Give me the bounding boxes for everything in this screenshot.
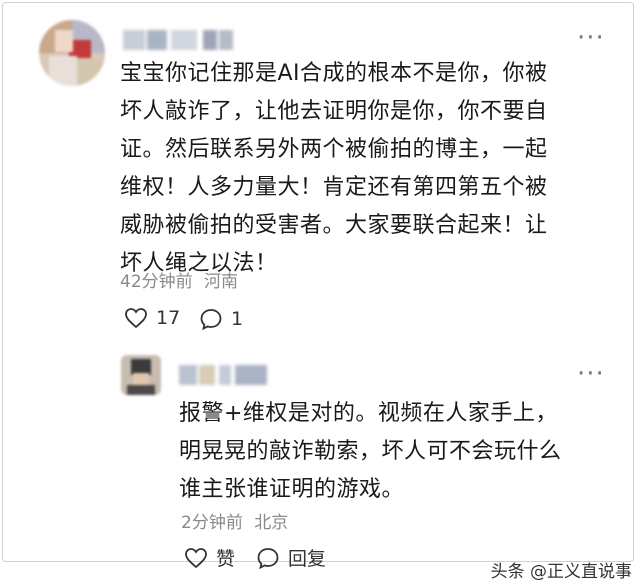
- like-count: 17: [156, 307, 181, 329]
- comment-bubble-icon: [200, 309, 222, 331]
- comment-line: 坏人敲诈了，让他去证明你是你，你不要自: [120, 99, 548, 124]
- comment-line: 谁主张谁证明的游戏。: [179, 477, 405, 502]
- comment-line: 证。然后联系另外两个被偷拍的博主，一起: [120, 137, 548, 162]
- reply-button[interactable]: 回复: [256, 544, 326, 571]
- heart-icon: [185, 547, 207, 568]
- username-blurred[interactable]: [179, 365, 269, 385]
- comment-location: 河南: [204, 272, 239, 292]
- comment-panel: ··· 宝宝你记住那是AI合成的根本不是你，你被 坏人敲诈了，让他去证明你是你，…: [2, 2, 634, 570]
- watermark: 头条 @正义直说事: [490, 562, 632, 582]
- more-options-icon[interactable]: ···: [577, 361, 605, 387]
- comment-time: 42分钟前: [120, 272, 193, 292]
- avatar[interactable]: [39, 20, 105, 86]
- more-options-icon[interactable]: ···: [577, 25, 605, 51]
- reply-location: 北京: [254, 513, 289, 533]
- comment-body: 宝宝你记住那是AI合成的根本不是你，你被 坏人敲诈了，让他去证明你是你，你不要自…: [120, 55, 548, 283]
- comment-line: 维权！人多力量大！肯定还有第四第五个被: [120, 175, 548, 200]
- comment-line: 明晃晃的敲诈勒索，坏人可不会玩什么: [179, 439, 562, 464]
- reply-button[interactable]: 1: [199, 307, 243, 331]
- comment-line: 威胁被偷拍的受害者。大家要联合起来！让: [120, 213, 548, 238]
- comment-bubble-icon: [257, 547, 279, 569]
- reply-label: 回复: [288, 548, 327, 570]
- reply-meta: 2分钟前 北京: [181, 508, 288, 533]
- avatar[interactable]: [121, 355, 161, 395]
- comment-line: 报警+维权是对的。视频在人家手上，: [179, 401, 558, 426]
- like-button[interactable]: 赞: [184, 544, 235, 571]
- reply-body: 报警+维权是对的。视频在人家手上， 明晃晃的敲诈勒索，坏人可不会玩什么 谁主张谁…: [179, 395, 562, 509]
- comment-line: 宝宝你记住那是AI合成的根本不是你，你被: [120, 61, 548, 86]
- like-button[interactable]: 17: [124, 307, 180, 329]
- comment-meta: 42分钟前 河南: [120, 267, 238, 292]
- reply-time: 2分钟前: [181, 513, 243, 533]
- heart-icon: [125, 308, 147, 329]
- like-label: 赞: [216, 548, 236, 570]
- reply-count: 1: [231, 308, 244, 330]
- username-blurred[interactable]: [123, 30, 233, 50]
